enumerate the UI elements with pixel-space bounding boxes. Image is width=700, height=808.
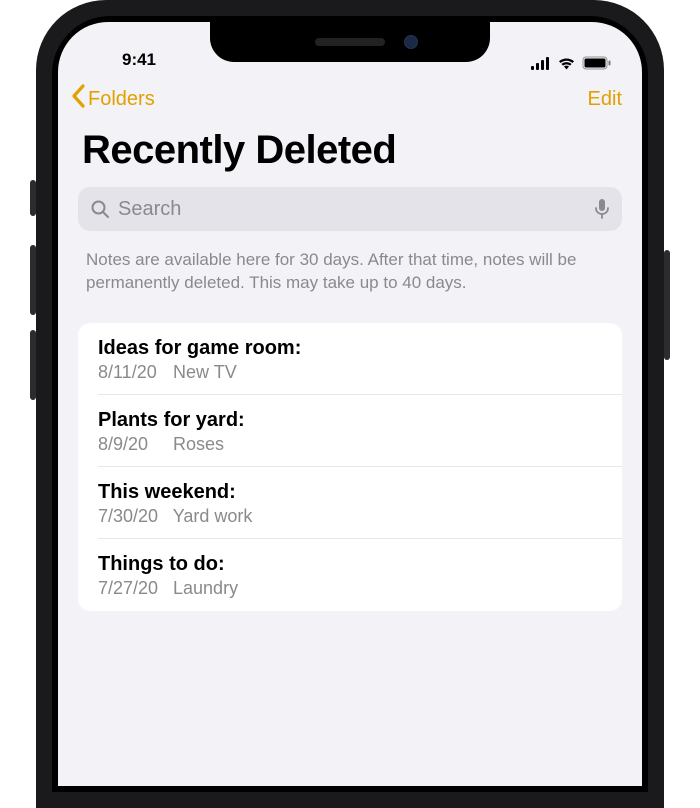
phone-front-camera <box>404 35 418 49</box>
note-date: 7/30/20 <box>98 506 168 527</box>
note-title: Things to do: <box>98 553 602 576</box>
cellular-signal-icon <box>531 57 551 70</box>
info-text: Notes are available here for 30 days. Af… <box>58 231 642 323</box>
chevron-left-icon <box>70 84 86 114</box>
page-title: Recently Deleted <box>58 122 642 187</box>
battery-icon <box>582 56 612 70</box>
note-date: 8/9/20 <box>98 434 168 455</box>
note-date: 8/11/20 <box>98 362 168 383</box>
notes-list: Ideas for game room: 8/11/20 New TV Plan… <box>78 323 622 611</box>
nav-bar: Folders Edit <box>58 72 642 122</box>
note-date: 7/27/20 <box>98 578 168 599</box>
note-subtitle: 8/11/20 New TV <box>98 362 602 383</box>
note-subtitle: 7/27/20 Laundry <box>98 578 602 599</box>
note-preview: Yard work <box>173 506 253 526</box>
note-title: This weekend: <box>98 481 602 504</box>
mic-icon[interactable] <box>594 198 610 220</box>
screen: 9:41 <box>58 22 642 786</box>
wifi-icon <box>557 56 576 70</box>
phone-notch <box>210 22 490 62</box>
note-item[interactable]: Ideas for game room: 8/11/20 New TV <box>78 323 622 395</box>
note-subtitle: 8/9/20 Roses <box>98 434 602 455</box>
phone-frame: 9:41 <box>36 0 664 808</box>
back-button[interactable]: Folders <box>70 84 155 114</box>
back-label: Folders <box>88 88 155 111</box>
status-time: 9:41 <box>94 50 184 70</box>
search-icon <box>90 199 110 219</box>
phone-side-button <box>664 250 670 360</box>
note-item[interactable]: Things to do: 7/27/20 Laundry <box>78 539 622 611</box>
note-preview: Roses <box>173 434 224 454</box>
phone-speaker <box>315 38 385 46</box>
search-input[interactable] <box>118 198 586 221</box>
note-item[interactable]: Plants for yard: 8/9/20 Roses <box>78 395 622 467</box>
search-bar[interactable] <box>78 187 622 231</box>
note-preview: New TV <box>173 362 237 382</box>
note-item[interactable]: This weekend: 7/30/20 Yard work <box>78 467 622 539</box>
note-title: Plants for yard: <box>98 409 602 432</box>
edit-button[interactable]: Edit <box>588 88 622 111</box>
note-preview: Laundry <box>173 578 238 598</box>
note-subtitle: 7/30/20 Yard work <box>98 506 602 527</box>
note-title: Ideas for game room: <box>98 337 602 360</box>
